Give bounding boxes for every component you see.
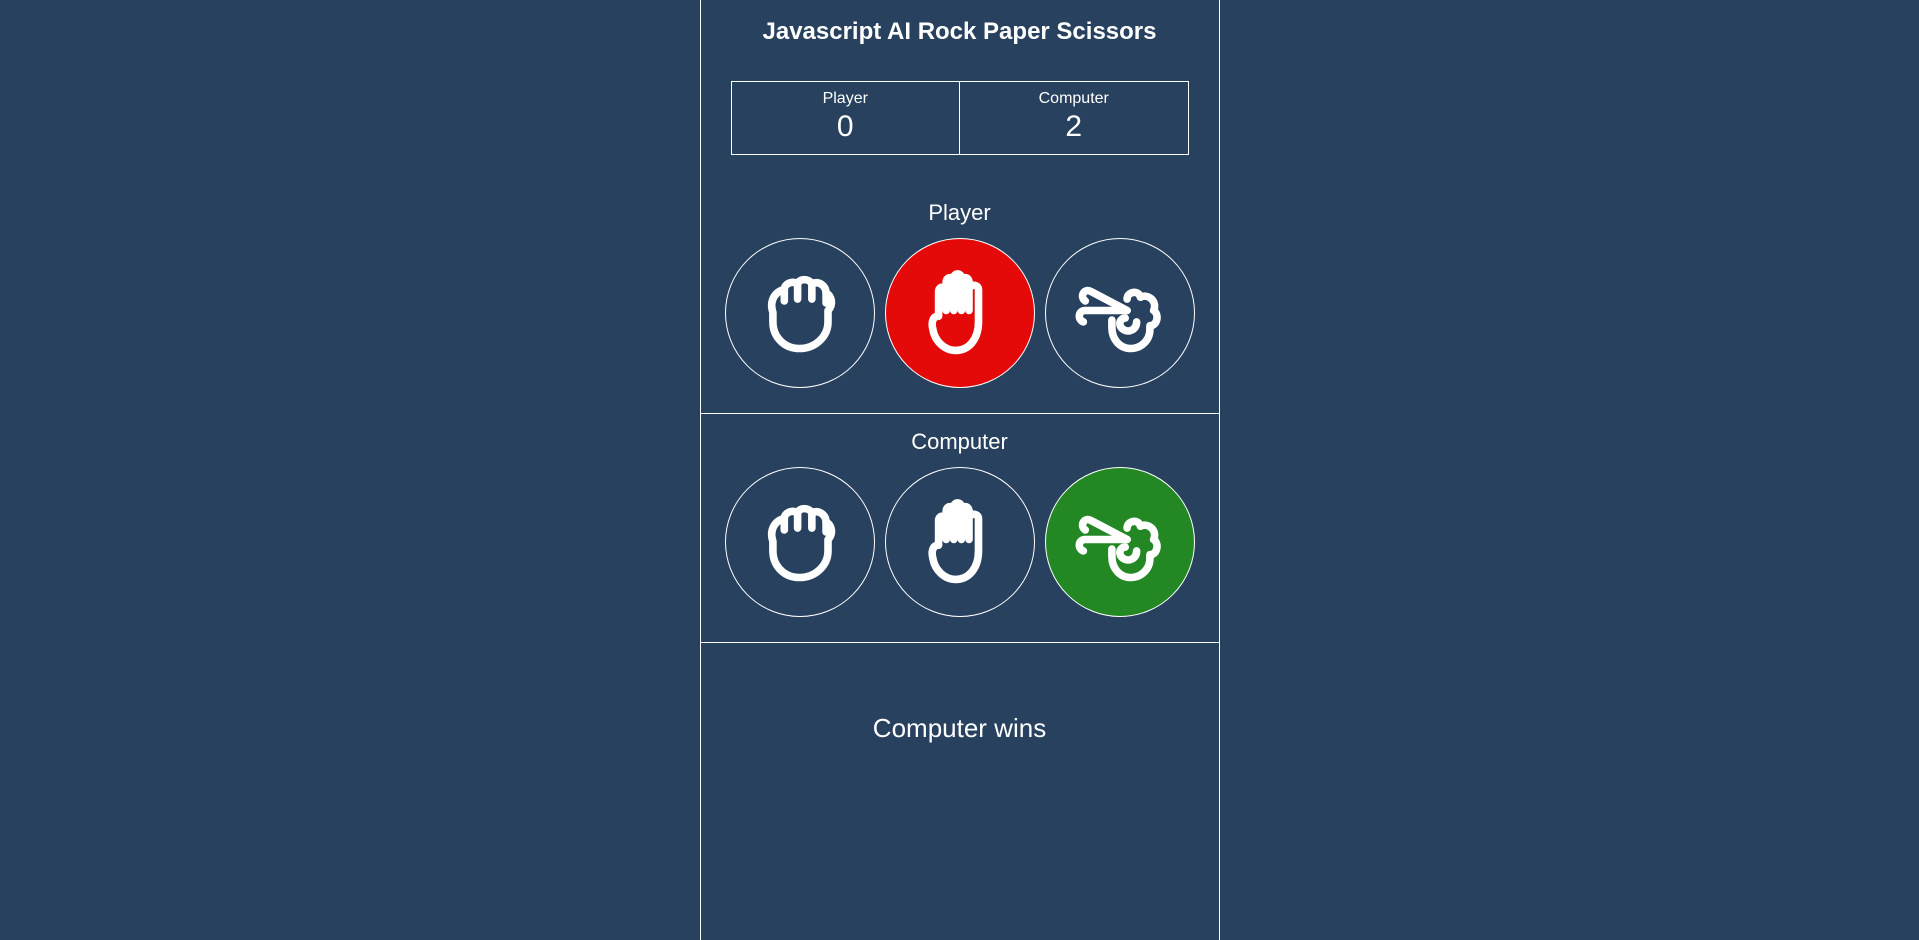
game-container: Javascript AI Rock Paper Scissors Player…	[700, 0, 1220, 940]
result-section: Computer wins	[701, 642, 1219, 834]
score-table: Player 0 Computer 2	[731, 81, 1189, 155]
scissors-icon	[1072, 492, 1167, 592]
score-value-player: 0	[732, 110, 960, 144]
player-choice-scissors[interactable]	[1045, 238, 1195, 388]
player-choice-rock[interactable]	[725, 238, 875, 388]
score-label-player: Player	[732, 90, 960, 108]
score-label-computer: Computer	[960, 90, 1188, 108]
paper-icon	[912, 492, 1007, 592]
result-text: Computer wins	[873, 713, 1046, 743]
computer-section: Computer	[701, 413, 1219, 642]
computer-choice-paper	[885, 467, 1035, 617]
computer-section-label: Computer	[711, 429, 1209, 455]
score-cell-computer: Computer 2	[959, 82, 1188, 154]
computer-choice-rock	[725, 467, 875, 617]
computer-choice-scissors	[1045, 467, 1195, 617]
score-cell-player: Player 0	[732, 82, 960, 154]
player-choices	[711, 238, 1209, 388]
paper-icon	[912, 263, 1007, 363]
player-choice-paper[interactable]	[885, 238, 1035, 388]
computer-choices	[711, 467, 1209, 617]
rock-icon	[752, 492, 847, 592]
scissors-icon	[1072, 263, 1167, 363]
score-value-computer: 2	[960, 110, 1188, 144]
page-title: Javascript AI Rock Paper Scissors	[701, 0, 1219, 56]
player-section-label: Player	[711, 200, 1209, 226]
player-section: Player	[701, 185, 1219, 413]
rock-icon	[752, 263, 847, 363]
